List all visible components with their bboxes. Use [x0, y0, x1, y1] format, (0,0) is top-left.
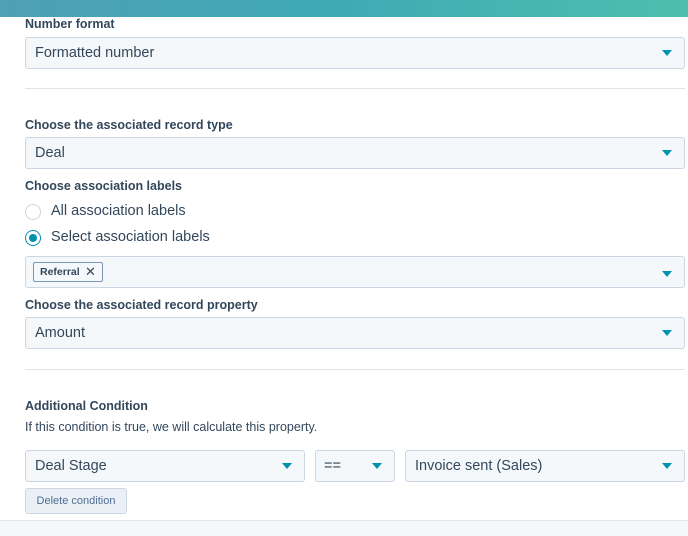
condition-operator-value: == — [324, 458, 341, 474]
number-format-label: Number format — [25, 17, 115, 31]
number-format-select[interactable]: Formatted number — [25, 37, 685, 69]
section-divider — [25, 369, 685, 370]
caret-down-icon — [662, 50, 672, 56]
radio-label: All association labels — [51, 203, 186, 219]
selected-tag: Referral ✕ — [33, 262, 103, 282]
caret-down-icon — [662, 463, 672, 469]
record-property-select[interactable]: Amount — [25, 317, 685, 349]
radio-button-checked[interactable] — [25, 230, 41, 246]
close-icon[interactable]: ✕ — [85, 264, 96, 280]
radio-select-association-labels[interactable]: Select association labels — [25, 229, 325, 250]
tag-label: Referral — [40, 266, 80, 278]
radio-all-association-labels[interactable]: All association labels — [25, 203, 325, 224]
top-header-bar — [0, 0, 688, 17]
section-divider — [25, 88, 685, 89]
additional-condition-label: Additional Condition — [25, 399, 148, 413]
caret-down-icon — [662, 271, 672, 277]
record-type-value: Deal — [35, 145, 65, 161]
record-type-select[interactable]: Deal — [25, 137, 685, 169]
number-format-value: Formatted number — [35, 45, 155, 61]
condition-description: If this condition is true, we will calcu… — [25, 420, 318, 434]
radio-button[interactable] — [25, 204, 41, 220]
condition-field-select[interactable]: Deal Stage — [25, 450, 305, 482]
record-property-value: Amount — [35, 325, 85, 341]
caret-down-icon — [282, 463, 292, 469]
delete-condition-button[interactable]: Delete condition — [25, 488, 127, 514]
caret-down-icon — [662, 150, 672, 156]
radio-label: Select association labels — [51, 229, 210, 245]
record-type-label: Choose the associated record type — [25, 118, 233, 132]
caret-down-icon — [662, 330, 672, 336]
association-labels-multiselect[interactable]: Referral ✕ — [25, 256, 685, 288]
condition-field-value: Deal Stage — [35, 458, 107, 474]
footer-strip — [0, 520, 688, 536]
condition-value-select[interactable]: Invoice sent (Sales) — [405, 450, 685, 482]
condition-operator-select[interactable]: == — [315, 450, 395, 482]
record-property-label: Choose the associated record property — [25, 298, 258, 312]
association-labels-label: Choose association labels — [25, 179, 182, 193]
caret-down-icon — [372, 463, 382, 469]
condition-value-value: Invoice sent (Sales) — [415, 458, 543, 474]
